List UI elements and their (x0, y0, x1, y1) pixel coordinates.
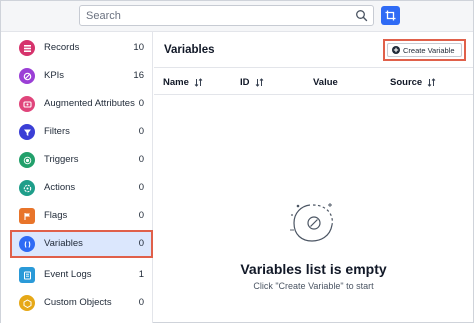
flag-icon (19, 208, 35, 224)
column-label: Source (390, 77, 423, 88)
crop-action-button[interactable] (381, 6, 400, 25)
sidebar-item-count: 0 (138, 154, 144, 165)
column-header-name[interactable]: Name (163, 77, 203, 88)
create-variable-label: Create Variable (403, 45, 455, 55)
sidebar-item-count: 0 (138, 182, 144, 193)
sidebar-item-custom-objects[interactable]: Custom Objects 0 (11, 290, 152, 316)
empty-state-icon (290, 203, 333, 242)
sort-icon[interactable] (427, 78, 436, 87)
sidebar-item-count: 1 (138, 269, 144, 280)
page-title: Variables (164, 44, 215, 56)
column-label: Name (163, 77, 189, 88)
column-label: Value (313, 77, 338, 88)
search-box[interactable] (79, 5, 374, 26)
sidebar-item-kpis[interactable]: KPIs 16 (11, 63, 152, 89)
sidebar-item-filters[interactable]: Filters 0 (11, 119, 152, 145)
sidebar-item-actions[interactable]: Actions 0 (11, 175, 152, 201)
sidebar-item-label: Variables (44, 238, 83, 249)
sidebar-item-count: 0 (138, 98, 144, 109)
actions-icon (19, 180, 35, 196)
sidebar-item-count: 0 (138, 210, 144, 221)
sidebar-item-label: KPIs (44, 70, 65, 81)
sidebar-item-label: Augmented Attributes (44, 98, 135, 109)
column-label: ID (240, 77, 250, 88)
sidebar-item-count: 10 (133, 42, 144, 53)
sort-icon[interactable] (194, 78, 203, 87)
sidebar-item-count: 0 (138, 238, 144, 249)
sidebar-item-label: Custom Objects (44, 297, 112, 308)
sidebar-item-count: 16 (133, 70, 144, 81)
sidebar-item-label: Flags (44, 210, 68, 221)
variables-icon (19, 236, 35, 252)
column-header-id[interactable]: ID (240, 77, 264, 88)
create-variable-highlight: Create Variable (383, 39, 466, 61)
column-header-source[interactable]: Source (390, 77, 436, 88)
sort-icon[interactable] (255, 78, 264, 87)
top-bar (1, 1, 473, 32)
custom-objects-icon (19, 295, 35, 311)
records-icon (19, 40, 35, 56)
search-input[interactable] (86, 9, 351, 23)
sidebar-item-label: Triggers (44, 154, 79, 165)
filter-icon (19, 124, 35, 140)
sidebar-item-triggers[interactable]: Triggers 0 (11, 147, 152, 173)
sidebar-item-records[interactable]: Records 10 (11, 35, 152, 61)
empty-state-subtitle: Click "Create Variable" to start (253, 281, 374, 291)
sidebar: Records 10 KPIs 16 Augmented Attributes … (1, 32, 153, 323)
main-panel: Variables Create Variable Name ID Value … (154, 32, 473, 323)
event-logs-icon (19, 267, 35, 283)
trigger-icon (19, 152, 35, 168)
search-icon[interactable] (355, 9, 368, 22)
sidebar-item-variables[interactable]: Variables 0 (10, 230, 153, 258)
main-header: Variables Create Variable (154, 32, 473, 68)
sidebar-item-label: Actions (44, 182, 76, 193)
sidebar-item-label: Filters (44, 126, 70, 137)
sidebar-item-event-logs[interactable]: Event Logs 1 (11, 262, 152, 288)
app-window: Records 10 KPIs 16 Augmented Attributes … (0, 0, 474, 323)
sidebar-item-count: 0 (138, 126, 144, 137)
sidebar-item-label: Event Logs (44, 269, 92, 280)
sidebar-item-augmented-attributes[interactable]: Augmented Attributes 0 (11, 91, 152, 117)
crop-icon (385, 10, 396, 21)
empty-state-title: Variables list is empty (240, 261, 387, 277)
kpi-icon (19, 68, 35, 84)
plus-icon (392, 46, 400, 54)
augmented-attributes-icon (19, 96, 35, 112)
table-header: Name ID Value Source (154, 69, 473, 95)
column-header-value: Value (313, 77, 338, 88)
sidebar-item-flags[interactable]: Flags 0 (11, 203, 152, 229)
sidebar-item-count: 0 (138, 297, 144, 308)
create-variable-button[interactable]: Create Variable (387, 43, 462, 57)
sidebar-item-label: Records (44, 42, 80, 53)
